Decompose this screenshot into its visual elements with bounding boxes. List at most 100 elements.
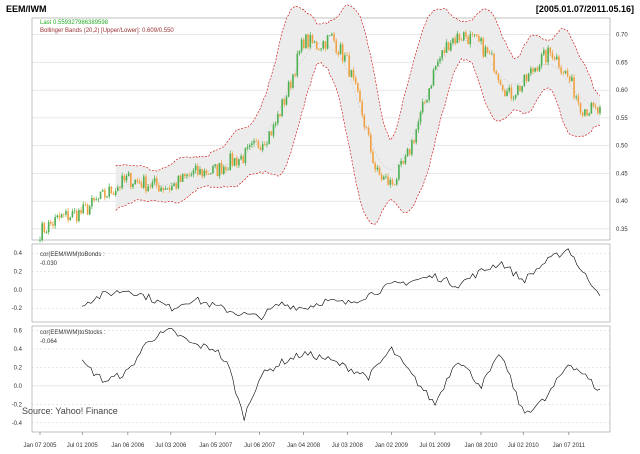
candle-body [244, 148, 247, 163]
candle-body [443, 50, 446, 53]
candle-body [201, 169, 203, 177]
candle-body [359, 91, 361, 102]
candle-body [460, 40, 463, 41]
candle-body [311, 35, 314, 43]
candle-body [97, 198, 100, 200]
candle-body [132, 184, 134, 188]
candle-body [411, 140, 413, 155]
candle-body [279, 114, 281, 116]
candle-body [285, 96, 288, 105]
candle-body [47, 221, 50, 233]
x-tick-label: Jan 07 2005 [23, 443, 57, 449]
candle-body [171, 186, 173, 190]
candle-body [253, 140, 255, 144]
candle-body [212, 166, 214, 174]
candle-body [326, 35, 329, 49]
candle-body [166, 188, 169, 189]
candle-body [123, 175, 126, 181]
candle-body [532, 68, 534, 72]
panel-frame-cor1 [31, 243, 611, 323]
candle-body [177, 175, 180, 189]
candle-body [519, 85, 521, 92]
candle-body [145, 176, 147, 192]
candle-body [354, 77, 357, 84]
candle-body [168, 188, 171, 190]
candle-body [268, 131, 270, 144]
candle-body [300, 39, 303, 52]
candle-body [294, 74, 296, 76]
candle-body [564, 70, 567, 74]
candle-body [173, 183, 175, 187]
x-tick-label: Jan 06 2006 [111, 443, 145, 449]
cor1-tick-label: 0.0 [14, 288, 23, 294]
candle-body [467, 36, 469, 45]
candle-body [307, 34, 309, 48]
candle-body [73, 210, 76, 212]
candle-body [125, 176, 128, 181]
candle-body [296, 53, 299, 76]
candle-body [233, 157, 236, 166]
candle-body [458, 33, 461, 41]
candle-body [376, 167, 379, 170]
candle-body [527, 73, 530, 81]
candle-body [257, 141, 260, 148]
candle-body [419, 112, 422, 123]
candle-body [367, 128, 370, 135]
candle-body [542, 50, 545, 55]
candle-body [456, 33, 459, 44]
candle-body [229, 153, 232, 170]
candle-body [469, 33, 472, 45]
candle-body [491, 53, 493, 55]
candle-body [581, 112, 584, 116]
candle-body [514, 95, 517, 98]
candle-body [599, 106, 601, 114]
candle-body [58, 215, 61, 218]
candle-body [380, 174, 383, 180]
candle-body [374, 163, 376, 170]
candle-body [352, 70, 355, 78]
candle-body [50, 221, 52, 224]
candle-body [551, 52, 554, 58]
candle-body [465, 32, 467, 37]
cor2-tick-label: -0.4 [12, 421, 23, 427]
candle-body [86, 204, 89, 215]
candle-body [475, 34, 478, 37]
source-note: Source: Yahoo! Finance [22, 406, 118, 416]
cor2-series-line [81, 327, 601, 421]
candle-body [545, 50, 547, 63]
candle-body [140, 183, 143, 188]
candle-body [579, 102, 582, 113]
candle-body [235, 157, 238, 166]
candle-body [341, 44, 344, 62]
candle-body [521, 86, 523, 92]
candle-body [67, 211, 69, 221]
candle-body [575, 96, 578, 98]
x-tick-label: Jul 01 2005 [67, 443, 99, 449]
candle-body [398, 164, 400, 180]
candle-body [104, 190, 106, 198]
candle-body [482, 38, 485, 57]
candle-body [153, 178, 156, 183]
candle-body [287, 81, 290, 97]
candle-body [391, 179, 394, 185]
candle-body [346, 55, 348, 56]
candle-body [151, 182, 154, 188]
candle-body [508, 87, 510, 92]
candle-body [127, 172, 130, 177]
candle-body [385, 176, 387, 178]
candle-body [337, 52, 340, 55]
candle-body [80, 210, 82, 214]
candle-body [586, 109, 588, 116]
candle-body [82, 204, 85, 214]
candle-body [547, 47, 549, 63]
candle-body [121, 175, 123, 188]
candle-body [584, 109, 586, 116]
candle-body [188, 174, 190, 176]
price-tick-label: 0.50 [616, 144, 628, 150]
candle-body [179, 175, 182, 182]
correlation-lines [81, 248, 601, 421]
candle-body [318, 49, 320, 51]
candle-body [577, 96, 580, 103]
x-tick-label: Jul 06 2007 [244, 443, 276, 449]
price-tick-label: 0.65 [616, 60, 628, 66]
